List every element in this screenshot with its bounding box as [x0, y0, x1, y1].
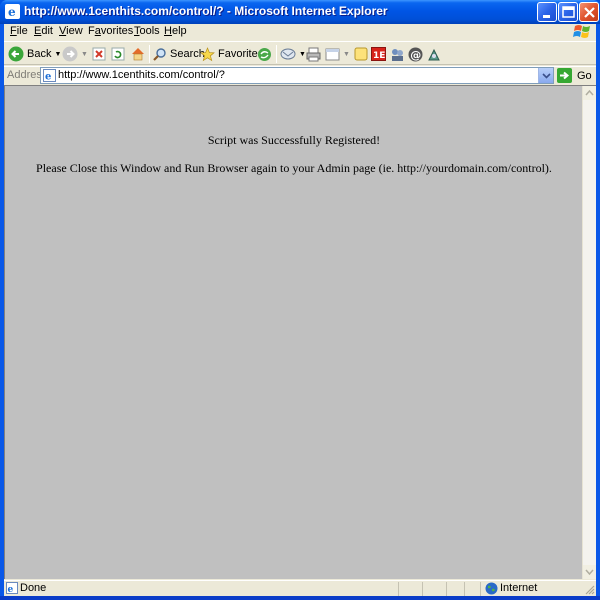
- status-bar: e Done Internet: [4, 580, 596, 596]
- page-viewport: Script was Successfully Registered! Plea…: [4, 85, 596, 579]
- maximize-button[interactable]: [558, 2, 578, 22]
- search-button[interactable]: Search: [153, 44, 205, 64]
- at-sign-button[interactable]: @: [408, 44, 423, 64]
- address-bar: Address e http://www.1centhits.com/contr…: [4, 66, 596, 84]
- maximize-icon: [562, 6, 575, 18]
- security-zone-label: Internet: [500, 582, 538, 594]
- research-icon: [428, 48, 440, 60]
- red-square-icon: 1E: [371, 47, 386, 61]
- menu-file[interactable]: File: [10, 25, 28, 37]
- chevron-down-icon: [542, 73, 551, 79]
- edit-page-icon: [325, 48, 340, 61]
- scroll-up-button[interactable]: [583, 86, 596, 100]
- search-icon: [153, 48, 166, 61]
- success-message: Script was Successfully Registered!: [207, 133, 381, 147]
- status-pane: [398, 582, 399, 596]
- title-bar[interactable]: e http://www.1centhits.com/control/? - M…: [0, 0, 600, 24]
- note-icon: [354, 47, 368, 61]
- svg-text:e: e: [8, 5, 16, 19]
- go-button[interactable]: Go: [557, 67, 595, 84]
- status-pane: [422, 582, 423, 596]
- forward-arrow-icon: [62, 46, 78, 62]
- media-button[interactable]: [257, 44, 272, 64]
- edit-dropdown-icon[interactable]: ▼: [343, 51, 350, 58]
- forward-button[interactable]: ▼: [62, 44, 88, 64]
- menu-tools[interactable]: Tools: [134, 25, 160, 37]
- edit-button[interactable]: ▼: [325, 44, 350, 64]
- svg-text:1E: 1E: [373, 51, 385, 61]
- printer-icon: [306, 47, 321, 61]
- window-client: File Edit View Favorites Tools Help Back…: [4, 24, 596, 596]
- at-sign-icon: @: [408, 47, 423, 61]
- ie-logo-icon: e: [5, 4, 20, 19]
- internet-globe-icon: [485, 582, 498, 595]
- refresh-icon: [111, 47, 125, 61]
- home-icon: [132, 48, 144, 61]
- minimize-icon: [543, 15, 550, 18]
- status-pane: [446, 582, 447, 596]
- address-url: http://www.1centhits.com/control/?: [58, 69, 225, 81]
- forward-dropdown-icon[interactable]: ▼: [81, 51, 88, 58]
- mail-icon: [280, 48, 296, 60]
- resize-grip-icon[interactable]: [583, 583, 595, 595]
- status-text: Done: [20, 582, 47, 594]
- people-icon: [392, 48, 403, 61]
- chevron-up-icon: [585, 89, 594, 96]
- print-button[interactable]: [306, 44, 321, 64]
- go-arrow-icon: [557, 68, 572, 83]
- close-icon: [584, 7, 595, 18]
- windows-logo-icon: [573, 25, 590, 38]
- page-done-icon: e: [6, 582, 18, 594]
- status-pane: [464, 582, 465, 596]
- mail-button[interactable]: ▼: [280, 44, 306, 64]
- scroll-down-button[interactable]: [583, 565, 596, 579]
- svg-text:@: @: [410, 48, 421, 61]
- menu-bar: File Edit View Favorites Tools Help: [4, 24, 596, 40]
- home-button[interactable]: [130, 44, 146, 64]
- window-title: http://www.1centhits.com/control/? - Mic…: [24, 4, 388, 18]
- discuss-button[interactable]: [354, 44, 368, 64]
- chevron-down-icon: [585, 569, 594, 576]
- status-pane: [480, 582, 481, 596]
- svg-text:e: e: [8, 585, 14, 594]
- window-border-bottom: [0, 596, 600, 600]
- menu-favorites[interactable]: Favorites: [88, 25, 133, 37]
- star-icon: [200, 46, 215, 61]
- messenger-button[interactable]: [390, 44, 405, 64]
- research-button[interactable]: [427, 44, 442, 64]
- minimize-button[interactable]: [537, 2, 557, 22]
- menu-edit[interactable]: Edit: [34, 25, 53, 37]
- svg-text:e: e: [45, 72, 51, 83]
- page-favicon-icon: e: [43, 69, 56, 82]
- vertical-scrollbar[interactable]: [582, 86, 596, 579]
- toolbar-separator: [276, 45, 277, 63]
- instruction-message: Please Close this Window and Run Browser…: [36, 161, 552, 175]
- menu-view[interactable]: View: [59, 25, 83, 37]
- toolbar-separator: [149, 45, 150, 63]
- toolbar-app-button[interactable]: 1E: [371, 44, 386, 64]
- back-button[interactable]: Back ▼: [8, 44, 61, 64]
- stop-button[interactable]: [92, 44, 106, 64]
- address-field[interactable]: e http://www.1centhits.com/control/?: [40, 67, 554, 84]
- favorites-button[interactable]: Favorites: [200, 44, 263, 64]
- stop-icon: [92, 47, 106, 61]
- media-icon: [258, 47, 271, 61]
- back-dropdown-icon[interactable]: ▼: [54, 51, 61, 58]
- browser-window: e http://www.1centhits.com/control/? - M…: [0, 0, 600, 600]
- refresh-button[interactable]: [111, 44, 125, 64]
- page-content: Script was Successfully Registered! Plea…: [5, 86, 583, 580]
- standard-toolbar: Back ▼ ▼ Search Favorites ▼ ▼ 1E @: [4, 41, 596, 65]
- mail-dropdown-icon[interactable]: ▼: [299, 51, 306, 58]
- menu-help[interactable]: Help: [164, 25, 187, 37]
- address-dropdown[interactable]: [538, 68, 553, 83]
- back-arrow-icon: [8, 46, 24, 62]
- close-button[interactable]: [579, 2, 599, 22]
